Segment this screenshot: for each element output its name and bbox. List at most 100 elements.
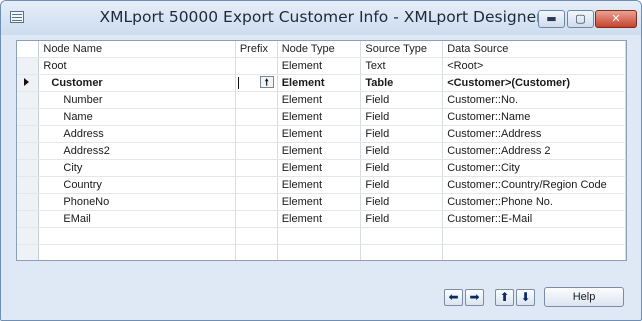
help-button[interactable]: Help <box>544 287 624 307</box>
empty-row[interactable] <box>17 244 626 260</box>
move-left-button[interactable]: ⬅ <box>444 289 463 306</box>
column-header-prefix[interactable]: Prefix <box>235 41 278 58</box>
empty-row[interactable] <box>17 227 626 245</box>
cell-data-source[interactable]: Customer::E-Mail <box>442 210 626 228</box>
cell-prefix[interactable] <box>235 91 278 109</box>
column-header-node-name[interactable]: Node Name <box>38 41 236 58</box>
cell-prefix[interactable] <box>235 210 278 228</box>
move-up-button[interactable]: ⬆ <box>495 289 514 306</box>
row-selector[interactable] <box>17 244 40 260</box>
cell-node-name[interactable]: Number <box>38 91 236 109</box>
cell-data-source[interactable]: Customer::Phone No. <box>442 193 626 211</box>
row-selector[interactable] <box>17 91 40 109</box>
designer-grid[interactable]: Node Name Prefix Node Type Source Type D… <box>16 40 627 261</box>
cell-data-source[interactable]: Customer::Address 2 <box>442 142 626 160</box>
maximize-button[interactable]: ▢ <box>567 10 594 28</box>
column-header-node-type[interactable]: Node Type <box>277 41 362 58</box>
cell-data-source[interactable]: <Customer>(Customer) <box>442 74 626 92</box>
row-selector[interactable] <box>17 57 40 75</box>
cell-data-source[interactable]: Customer::No. <box>442 91 626 109</box>
cell-source-type[interactable]: Text <box>360 57 444 75</box>
empty-cell[interactable] <box>442 244 626 260</box>
row-selector[interactable] <box>17 74 40 92</box>
cell-source-type[interactable]: Field <box>360 159 444 177</box>
cell-source-type[interactable]: Field <box>360 176 444 194</box>
cell-node-name[interactable]: Name <box>38 108 236 126</box>
cell-node-type[interactable]: Element <box>277 125 362 143</box>
cell-node-name[interactable]: PhoneNo <box>38 193 236 211</box>
cell-source-type[interactable]: Field <box>360 125 444 143</box>
minimize-button[interactable]: ▬ <box>538 10 565 28</box>
cell-node-type[interactable]: Element <box>277 108 362 126</box>
row-selector[interactable] <box>17 176 40 194</box>
empty-cell[interactable] <box>442 227 626 245</box>
table-row[interactable]: Address2 Element Field Customer::Address… <box>17 142 626 160</box>
cell-prefix[interactable] <box>235 125 278 143</box>
cell-source-type[interactable]: Field <box>360 193 444 211</box>
column-header-source-type[interactable]: Source Type <box>360 41 444 58</box>
close-button[interactable]: ✕ <box>595 10 637 28</box>
row-selector[interactable] <box>17 142 40 160</box>
table-row-selected[interactable]: Customer 🠕 Element Table <Customer>(Cust… <box>17 74 626 92</box>
empty-cell[interactable] <box>38 227 236 245</box>
up-arrow-icon[interactable]: 🠕 <box>259 76 274 88</box>
table-row[interactable]: PhoneNo Element Field Customer::Phone No… <box>17 193 626 211</box>
cell-node-type[interactable]: Element <box>277 142 362 160</box>
cell-prefix[interactable]: 🠕 <box>235 74 278 92</box>
cell-source-type[interactable]: Table <box>360 74 444 92</box>
row-selector[interactable] <box>17 210 40 228</box>
table-row[interactable]: Country Element Field Customer::Country/… <box>17 176 626 194</box>
cell-prefix[interactable] <box>235 142 278 160</box>
cell-source-type[interactable]: Field <box>360 210 444 228</box>
empty-cell[interactable] <box>277 244 362 260</box>
cell-source-type[interactable]: Field <box>360 108 444 126</box>
cell-node-type[interactable]: Element <box>277 57 362 75</box>
cell-node-type[interactable]: Element <box>277 193 362 211</box>
cell-node-type[interactable]: Element <box>277 176 362 194</box>
cell-node-name[interactable]: Address2 <box>38 142 236 160</box>
empty-cell[interactable] <box>235 227 278 245</box>
cell-prefix[interactable] <box>235 57 278 75</box>
row-selector[interactable] <box>17 108 40 126</box>
empty-cell[interactable] <box>235 244 278 260</box>
table-row[interactable]: City Element Field Customer::City <box>17 159 626 177</box>
row-selector[interactable] <box>17 159 40 177</box>
cell-source-type[interactable]: Field <box>360 91 444 109</box>
cell-node-type[interactable]: Element <box>277 74 362 92</box>
table-row[interactable]: Name Element Field Customer::Name <box>17 108 626 126</box>
cell-node-type[interactable]: Element <box>277 91 362 109</box>
move-right-button[interactable]: ➡ <box>465 289 484 306</box>
empty-cell[interactable] <box>360 244 444 260</box>
cell-node-type[interactable]: Element <box>277 210 362 228</box>
cell-data-source[interactable]: <Root> <box>442 57 626 75</box>
cell-node-name[interactable]: Address <box>38 125 236 143</box>
title-bar[interactable]: XMLport 50000 Export Customer Info - XML… <box>1 1 641 35</box>
cell-node-name[interactable]: City <box>38 159 236 177</box>
row-selector[interactable] <box>17 125 40 143</box>
cell-node-name[interactable]: Customer <box>38 74 236 92</box>
cell-prefix[interactable] <box>235 193 278 211</box>
cell-data-source[interactable]: Customer::Country/Region Code <box>442 176 626 194</box>
cell-data-source[interactable]: Customer::Address <box>442 125 626 143</box>
table-row[interactable]: Number Element Field Customer::No. <box>17 91 626 109</box>
table-row[interactable]: EMail Element Field Customer::E-Mail <box>17 210 626 228</box>
cell-data-source[interactable]: Customer::City <box>442 159 626 177</box>
cell-prefix[interactable] <box>235 176 278 194</box>
cell-prefix[interactable] <box>235 159 278 177</box>
row-selector[interactable] <box>17 193 40 211</box>
cell-node-name[interactable]: Root <box>38 57 236 75</box>
cell-source-type[interactable]: Field <box>360 142 444 160</box>
table-row[interactable]: Root Element Text <Root> <box>17 57 626 75</box>
cell-node-name[interactable]: EMail <box>38 210 236 228</box>
cell-data-source[interactable]: Customer::Name <box>442 108 626 126</box>
cell-prefix[interactable] <box>235 108 278 126</box>
cell-node-type[interactable]: Element <box>277 159 362 177</box>
row-selector[interactable] <box>17 227 40 245</box>
empty-cell[interactable] <box>360 227 444 245</box>
table-row[interactable]: Address Element Field Customer::Address <box>17 125 626 143</box>
empty-cell[interactable] <box>277 227 362 245</box>
move-down-button[interactable]: ⬇ <box>516 289 535 306</box>
column-header-data-source[interactable]: Data Source <box>442 41 626 58</box>
cell-node-name[interactable]: Country <box>38 176 236 194</box>
empty-cell[interactable] <box>38 244 236 260</box>
